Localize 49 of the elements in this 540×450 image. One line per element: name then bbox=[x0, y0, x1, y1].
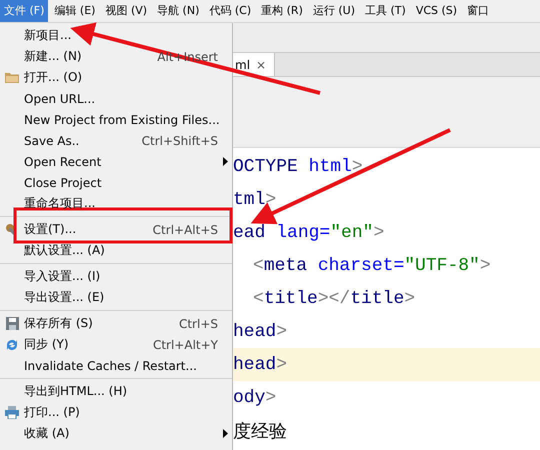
menu-bar-item[interactable]: 文件 (F) bbox=[0, 0, 48, 22]
menu-bar-item[interactable]: 视图 (V) bbox=[101, 0, 152, 22]
code-line: head> bbox=[233, 354, 288, 374]
code-line: head> bbox=[233, 322, 288, 342]
code-line: ody> bbox=[233, 388, 276, 408]
menu-item[interactable]: Invalidate Caches / Restart... bbox=[24, 358, 232, 372]
menu-item[interactable]: 新建... (N) bbox=[24, 48, 158, 65]
menu-bar-item[interactable]: 窗口 bbox=[463, 0, 494, 22]
shortcut-label: Ctrl+Alt+Y bbox=[152, 338, 218, 352]
code-line: 度经验 bbox=[233, 420, 287, 442]
menu-item[interactable]: 导出到HTML... (H) bbox=[24, 383, 232, 400]
printer-icon bbox=[5, 406, 19, 419]
menu-item[interactable]: 默认设置... (A) bbox=[24, 242, 232, 259]
menu-item[interactable]: 设置(T)... bbox=[24, 221, 153, 238]
menu-item[interactable]: 重命名项目... bbox=[24, 195, 232, 212]
shortcut-label: Ctrl+Shift+S bbox=[142, 134, 218, 148]
menu-bar-item[interactable]: VCS (S) bbox=[412, 0, 462, 22]
code-line: OCTYPE html> bbox=[233, 156, 363, 176]
tab-label: ml bbox=[235, 58, 250, 72]
menu-item[interactable]: 导出设置... (E) bbox=[24, 289, 232, 306]
menu-item[interactable]: 保存所有 (S) bbox=[24, 315, 179, 332]
menu-item[interactable]: Open Recent bbox=[24, 154, 232, 168]
sync-icon bbox=[5, 338, 19, 352]
menu-item[interactable]: 新项目... bbox=[24, 27, 232, 44]
menu-item[interactable]: 同步 (Y) bbox=[24, 336, 153, 353]
menu-bar-item[interactable]: 编辑 (E) bbox=[50, 0, 100, 22]
menu-bar-item[interactable]: 运行 (U) bbox=[308, 0, 360, 22]
menu-item[interactable]: 打开... (O) bbox=[24, 69, 232, 86]
menu-item[interactable]: Open URL... bbox=[24, 92, 232, 106]
editor-tab[interactable]: ml × bbox=[233, 53, 276, 76]
code-line: ead lang="en"> bbox=[233, 222, 384, 242]
code-line: tml> bbox=[233, 190, 276, 210]
shortcut-label: Ctrl+Alt+S bbox=[152, 222, 218, 236]
menu-bar-item[interactable]: 导航 (N) bbox=[153, 0, 204, 22]
folder-icon bbox=[5, 72, 19, 83]
menu-item[interactable]: Save As.. bbox=[24, 134, 142, 148]
menu-bar-item[interactable]: 代码 (C) bbox=[205, 0, 256, 22]
menu-item[interactable]: 收藏 (A) bbox=[24, 425, 232, 442]
shortcut-label: Ctrl+S bbox=[178, 316, 218, 330]
menu-item[interactable]: 导入设置... (I) bbox=[24, 268, 232, 285]
floppy-icon bbox=[6, 317, 18, 330]
menu-bar-item[interactable]: 重构 (R) bbox=[257, 0, 307, 22]
menu-item[interactable]: Close Project bbox=[24, 176, 232, 190]
menu-item[interactable]: New Project from Existing Files... bbox=[24, 112, 232, 126]
close-button[interactable]: × bbox=[256, 58, 266, 72]
menu-item[interactable]: 打印... (P) bbox=[24, 404, 232, 421]
code-line: <meta charset="UTF-8"> bbox=[253, 256, 491, 276]
menu-bar-item[interactable]: 工具 (T) bbox=[361, 0, 410, 22]
code-line: <title></title> bbox=[253, 288, 416, 308]
